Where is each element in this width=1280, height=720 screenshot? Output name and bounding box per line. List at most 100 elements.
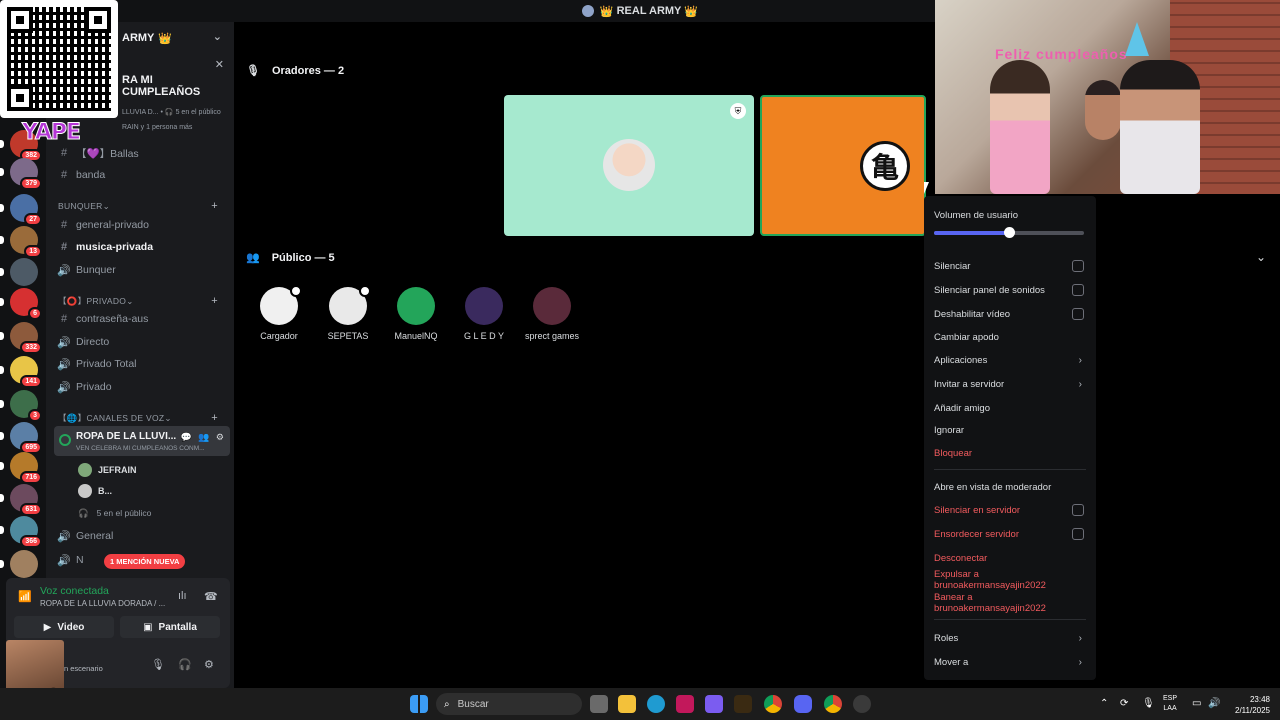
voice-user-name: JEFRAIN — [98, 465, 137, 475]
channel-privado[interactable]: 🔊 Privado — [56, 377, 232, 397]
volume-knob[interactable] — [1004, 227, 1015, 238]
server-icon[interactable]: 6 — [0, 288, 42, 320]
volume-icon[interactable]: 🔊 — [1208, 698, 1220, 709]
menu-label: Bloquear — [934, 447, 973, 459]
app-icon[interactable] — [676, 695, 694, 713]
menu-item-invitar[interactable]: Invitar a servidor › — [934, 375, 1086, 393]
category-bunquer[interactable]: BUNQUER ⌄ + — [58, 199, 228, 213]
checkbox[interactable] — [1072, 284, 1084, 296]
windows-start-icon[interactable] — [410, 695, 428, 713]
chevron-up-icon[interactable]: ⌃ — [1100, 698, 1108, 709]
add-channel-icon[interactable]: + — [211, 200, 218, 212]
channel-privado-total[interactable]: 🔊 Privado Total — [56, 354, 232, 374]
audience-member[interactable]: Cargador — [247, 285, 311, 341]
server-icon[interactable]: 379 — [0, 158, 42, 190]
headphones-toggle-icon[interactable]: 🎧 — [178, 658, 192, 671]
edge-icon[interactable] — [647, 695, 665, 713]
new-mention-badge[interactable]: 1 MENCIÓN NUEVA — [104, 554, 186, 569]
taskbar-search[interactable]: ⌕ Buscar — [436, 693, 582, 715]
server-icon[interactable]: 332 — [0, 322, 42, 354]
menu-item-bloquear[interactable]: Bloquear — [934, 444, 1086, 462]
chevron-down-icon[interactable]: ⌄ — [1256, 250, 1266, 264]
channel-tools[interactable]: 💬 👥 ⚙ — [181, 432, 226, 443]
video-button[interactable]: ▶ Video — [14, 616, 114, 638]
chrome-icon-2[interactable] — [824, 695, 842, 713]
channel-general-privado[interactable]: # general-privado — [56, 215, 232, 235]
checkbox[interactable] — [1072, 504, 1084, 516]
menu-label: Expulsar a brunoakermansayajin2022 — [934, 569, 1046, 591]
volume-slider[interactable] — [934, 227, 1084, 238]
server-icon[interactable]: 631 — [0, 484, 42, 516]
noise-suppression-icon[interactable]: ılı — [178, 590, 187, 602]
microphone-tray-icon[interactable]: 🎙 — [1142, 698, 1155, 709]
network-icon[interactable]: ▭ — [1192, 698, 1201, 709]
warcraft-icon[interactable] — [734, 695, 752, 713]
server-icon[interactable]: 27 — [0, 194, 42, 226]
menu-item-aplicaciones[interactable]: Aplicaciones › — [934, 351, 1086, 369]
category-privado[interactable]: 【⭕】PRIVADO ⌄ + — [58, 294, 228, 308]
channel-banda[interactable]: # banda — [56, 165, 232, 185]
file-explorer-icon[interactable] — [618, 695, 636, 713]
menu-item-moderador[interactable]: Abre en vista de moderador — [934, 478, 1086, 496]
channel-bunquer[interactable]: 🔊 Bunquer — [56, 260, 232, 280]
menu-item-desconectar[interactable]: Desconectar — [934, 549, 1086, 567]
server-icon[interactable]: 3 — [0, 390, 42, 422]
stage-channel-active[interactable]: ROPA DE LA LLUVI... VEN CELEBRA MI CUMPL… — [54, 426, 230, 456]
menu-item-ensordecer[interactable]: Ensordecer servidor — [934, 525, 1086, 543]
menu-item-deshabilitar-video[interactable]: Deshabilitar vídeo — [934, 305, 1086, 323]
menu-item-anadir-amigo[interactable]: Añadir amigo — [934, 399, 1086, 417]
audience-member[interactable]: G L E D Y — [452, 287, 516, 341]
server-icon[interactable]: 13 — [0, 226, 42, 258]
gear-icon[interactable]: ⚙ — [204, 658, 214, 671]
voice-status[interactable]: Voz conectada — [40, 585, 109, 597]
stage-audience-count[interactable]: 🎧 5 en el público — [78, 504, 151, 522]
audience-member[interactable]: sprect games — [520, 287, 584, 341]
server-icon[interactable]: 716 — [0, 452, 42, 484]
menu-item-ignorar[interactable]: Ignorar — [934, 421, 1086, 439]
copilot-icon[interactable] — [705, 695, 723, 713]
add-channel-icon[interactable]: + — [211, 295, 218, 307]
menu-item-cambiar-apodo[interactable]: Cambiar apodo — [934, 328, 1086, 346]
discord-icon[interactable] — [794, 695, 812, 713]
speaker-tile[interactable]: ⛨ — [504, 95, 754, 236]
voice-user[interactable]: B... — [78, 482, 112, 500]
chrome-icon[interactable] — [764, 695, 782, 713]
audience-member[interactable]: ManuelNQ — [384, 287, 448, 341]
screen-share-button[interactable]: ▣ Pantalla — [120, 616, 220, 638]
server-icon[interactable] — [0, 550, 38, 578]
menu-item-silenciar-servidor[interactable]: Silenciar en servidor — [934, 501, 1086, 519]
close-icon[interactable]: ✕ — [215, 58, 224, 71]
disconnect-icon[interactable]: ☎ — [204, 590, 218, 603]
server-icon[interactable]: 695 — [0, 422, 42, 454]
channel-general[interactable]: 🔊 General — [56, 526, 232, 546]
checkbox[interactable] — [1072, 528, 1084, 540]
category-voz[interactable]: 【🌐】Canales de voz ⌄ + — [58, 411, 228, 425]
voice-location[interactable]: ROPA DE LA LLUVIA DORADA / ... — [40, 599, 165, 608]
menu-item-expulsar[interactable]: Expulsar a brunoakermansayajin2022 — [934, 569, 1086, 591]
obs-icon[interactable] — [853, 695, 871, 713]
clock[interactable]: 23:48 2/11/2025 — [1228, 694, 1270, 716]
server-icon[interactable]: 141 — [0, 356, 42, 388]
channel-ballas[interactable]: # 【💜】Ballas — [56, 143, 232, 163]
channel-musica-privada[interactable]: # musica-privada — [56, 237, 232, 257]
server-icon[interactable] — [0, 258, 38, 286]
menu-item-silenciar-panel[interactable]: Silenciar panel de sonidos — [934, 281, 1086, 299]
chevron-down-icon[interactable]: ⌄ — [213, 30, 222, 43]
menu-item-roles[interactable]: Roles › — [934, 629, 1086, 647]
server-icon[interactable]: 366 — [0, 516, 42, 548]
menu-item-silenciar[interactable]: Silenciar — [934, 257, 1086, 275]
channel-contrasena[interactable]: # contraseña-aus — [56, 309, 232, 329]
voice-user[interactable]: JEFRAIN — [78, 461, 137, 479]
speaker-tile-speaking[interactable]: 亀 — [760, 95, 926, 236]
microphone-icon[interactable]: 🎙 — [151, 658, 165, 671]
checkbox[interactable] — [1072, 308, 1084, 320]
language-indicator[interactable]: ESP LAA — [1163, 694, 1177, 714]
task-view-icon[interactable] — [590, 695, 608, 713]
add-channel-icon[interactable]: + — [211, 412, 218, 424]
menu-item-mover[interactable]: Mover a › — [934, 653, 1086, 671]
checkbox[interactable] — [1072, 260, 1084, 272]
audience-member[interactable]: SEPETAS — [316, 285, 380, 341]
sync-icon[interactable]: ⟳ — [1120, 698, 1128, 709]
menu-item-banear[interactable]: Banear a brunoakermansayajin2022 — [934, 592, 1086, 614]
channel-directo[interactable]: 🔊 Directo — [56, 332, 232, 352]
